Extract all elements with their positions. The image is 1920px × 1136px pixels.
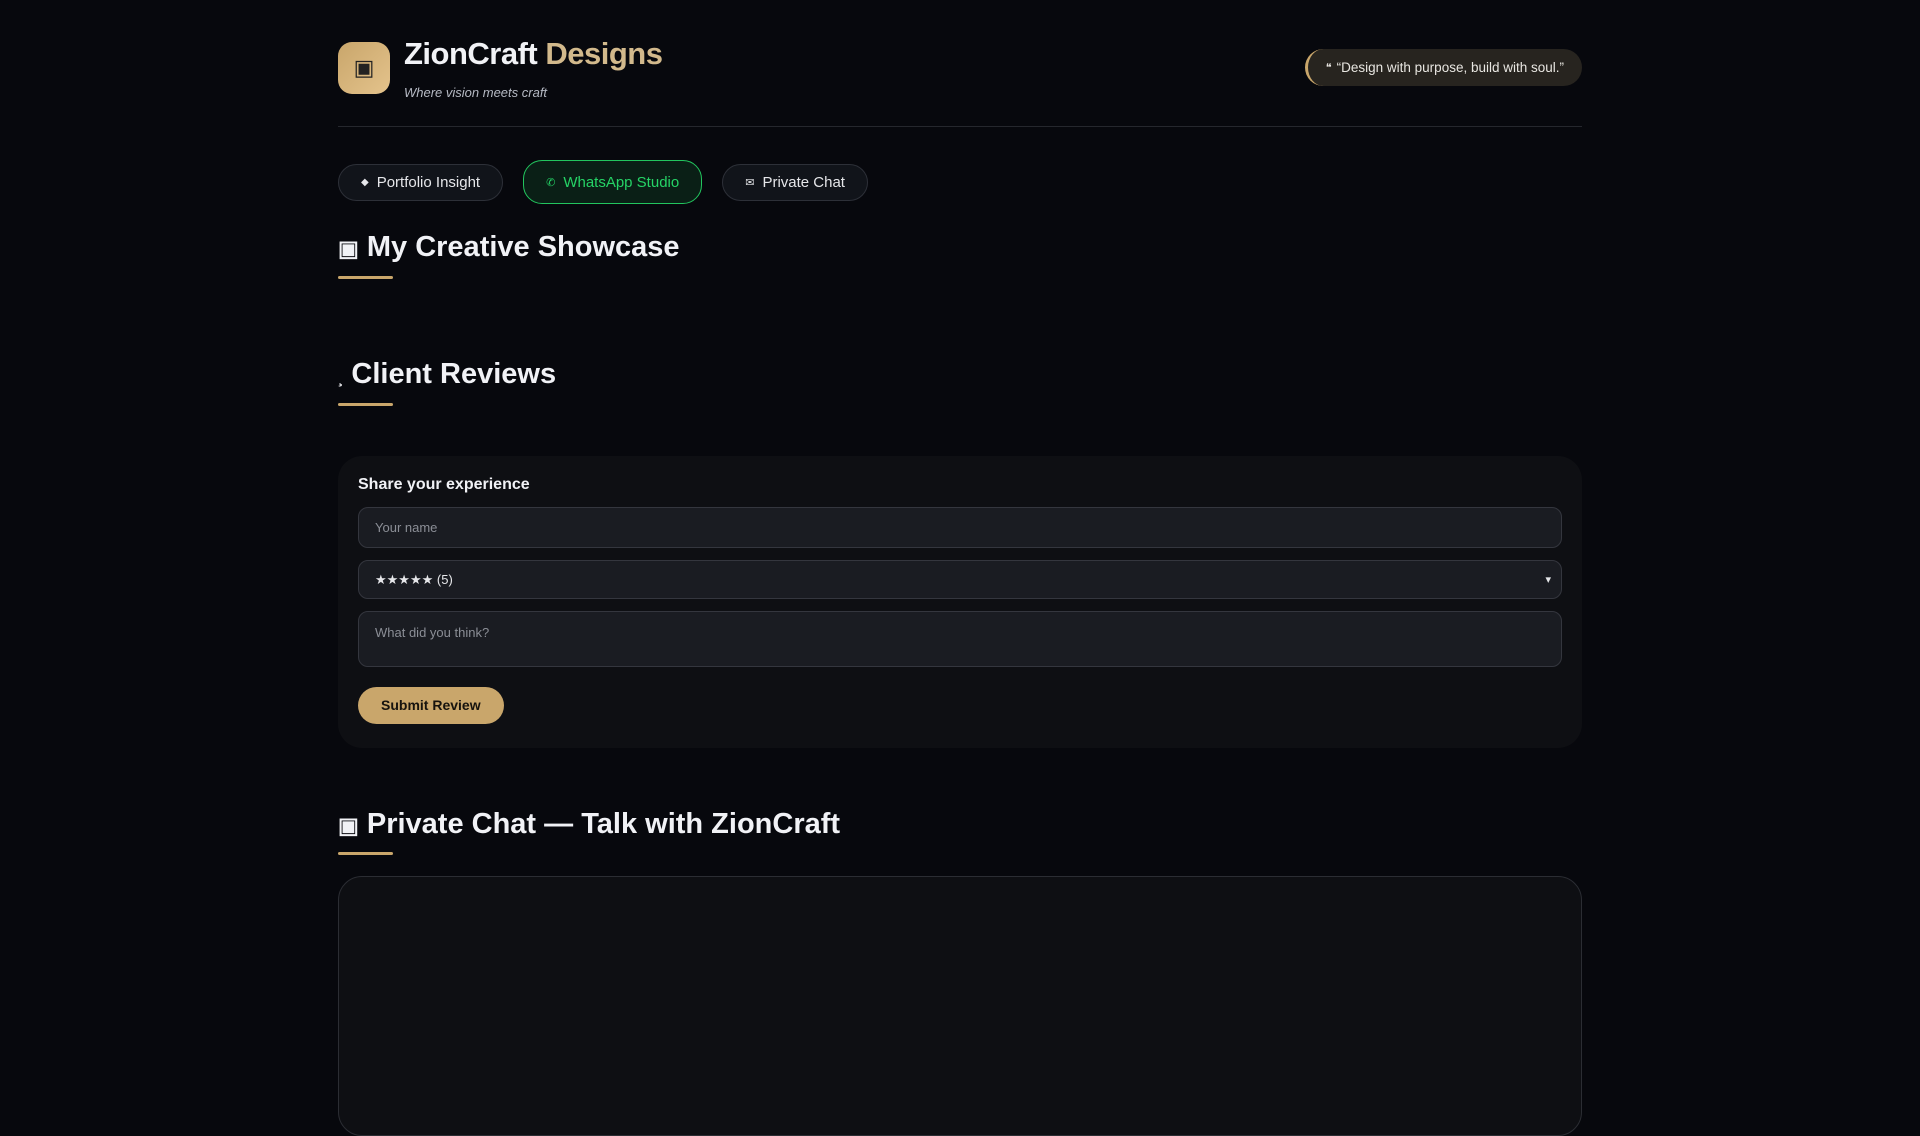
header: ▣ ZionCraft Designs Where vision meets c… [338, 0, 1582, 127]
chat-heading-icon: ▣ [338, 813, 359, 838]
tagline: Where vision meets craft [404, 85, 548, 100]
name-placeholder: Your name [375, 520, 438, 535]
comment-placeholder: What did you think? [375, 625, 490, 640]
nav-tabs: ◆ Portfolio Insight ✆ WhatsApp Studio ✉ Pri… [338, 160, 868, 204]
tab-private-chat[interactable]: ✉ Private Chat [722, 163, 868, 201]
name-input[interactable]: Your name [358, 507, 1562, 548]
tab-label: Portfolio Insight [376, 173, 481, 191]
tab-label: Private Chat [762, 173, 845, 191]
brand-title: ZionCraft Designs [404, 36, 663, 72]
tab-whatsapp-studio[interactable]: ✆ WhatsApp Studio [523, 160, 703, 204]
chevron-down-icon: ▾ [1545, 574, 1551, 586]
reviews-icon: ¸ [338, 370, 344, 387]
showcase-title: My Creative Showcase [366, 231, 680, 263]
private-chat-panel[interactable] [338, 876, 1582, 1136]
quote-icon: ❝ [1325, 62, 1332, 74]
reviews-title: Client Reviews [351, 358, 557, 390]
brand-main: ZionCraft [404, 36, 538, 71]
rating-value: ★★★★★ (5) [375, 571, 453, 587]
review-form-card: Share your experience Your name ★★★★★ (5… [338, 456, 1582, 748]
quote-text: “Design with purpose, build with soul.” [1336, 60, 1564, 75]
submit-review-button[interactable]: Submit Review [358, 687, 504, 724]
chat-heading: ▣ Private Chat — Talk with ZionCraft [338, 808, 840, 841]
comment-textarea[interactable]: What did you think? [358, 611, 1562, 667]
heading-underline [338, 403, 393, 406]
portfolio-icon: ◆ [361, 176, 369, 188]
brand-accent: Designs [545, 36, 663, 71]
logo-icon: ▣ [338, 42, 390, 94]
tab-portfolio-insight[interactable]: ◆ Portfolio Insight [338, 163, 504, 201]
showcase-heading: ▣ My Creative Showcase [338, 231, 680, 264]
quote-badge: ❝ “Design with purpose, build with soul.” [1304, 49, 1582, 86]
heading-underline [338, 276, 393, 279]
showcase-icon: ▣ [338, 236, 359, 261]
page-container: ▣ ZionCraft Designs Where vision meets c… [338, 0, 1582, 1136]
tab-label: WhatsApp Studio [563, 173, 680, 191]
reviews-heading: ¸ Client Reviews [338, 358, 556, 391]
form-heading: Share your experience [358, 476, 530, 493]
chat-title: Private Chat — Talk with ZionCraft [366, 808, 841, 840]
rating-select[interactable]: ★★★★★ (5) ▾ [358, 560, 1562, 599]
whatsapp-icon: ✆ [546, 176, 556, 189]
heading-underline [338, 852, 393, 855]
chat-icon: ✉ [745, 176, 755, 189]
